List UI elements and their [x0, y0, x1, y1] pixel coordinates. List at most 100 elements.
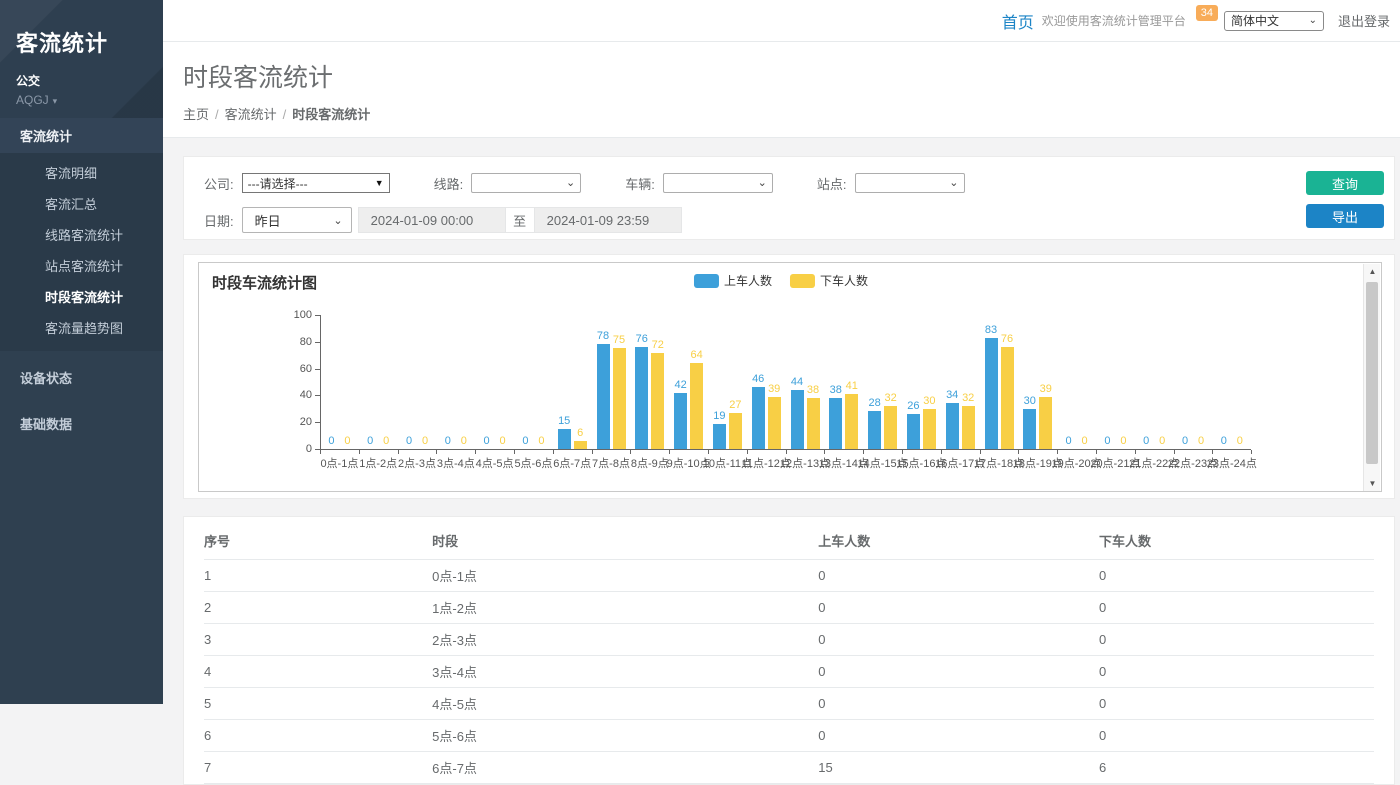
bar-下车人数 [729, 413, 742, 449]
home-link[interactable]: 首页 [1002, 9, 1034, 33]
x-category-label: 8点-9点 [631, 455, 669, 471]
x-tick [1174, 450, 1175, 454]
content: 公司:---请选择---▼线路:⌄车辆:⌄站点:⌄ 日期: 昨日 ⌄ 2024-… [163, 138, 1400, 785]
y-tick-label: 0 [282, 443, 312, 455]
sidebar-subitem[interactable]: 客流量趋势图 [0, 312, 163, 343]
filter-select[interactable]: ⌄ [471, 173, 581, 193]
table-cell: 0 [1099, 592, 1374, 624]
scrollbar-thumb[interactable] [1366, 282, 1378, 464]
x-tick [320, 450, 321, 454]
bar-上车人数 [1023, 409, 1036, 449]
sidebar: 客流统计 公交 AQGJ▾ 客流统计 客流明细客流汇总线路客流统计站点客流统计时… [0, 0, 163, 704]
table-cell: 1 [204, 560, 432, 592]
table-header-cell: 下车人数 [1099, 521, 1374, 560]
x-category-label: 6点-7点 [553, 455, 591, 471]
x-tick [1018, 450, 1019, 454]
x-tick [902, 450, 903, 454]
sidebar-item-passenger-stats[interactable]: 客流统计 [0, 118, 163, 153]
chart-panel: 时段车流统计图 上车人数下车人数 020406080100000点-1点001点… [183, 254, 1395, 499]
y-tick [315, 422, 320, 423]
date-preset-value: 昨日 [255, 211, 281, 230]
scroll-up-icon[interactable]: ▲ [1364, 264, 1381, 280]
breadcrumb-home[interactable]: 主页 [183, 107, 209, 122]
legend-entry[interactable]: 下车人数 [790, 272, 868, 289]
sidebar-subitem[interactable]: 时段客流统计 [0, 281, 163, 312]
table-cell: 7 [204, 752, 432, 784]
filter-panel: 公司:---请选择---▼线路:⌄车辆:⌄站点:⌄ 日期: 昨日 ⌄ 2024-… [183, 156, 1395, 240]
date-label: 日期: [204, 211, 234, 230]
filter-select[interactable]: ⌄ [663, 173, 773, 193]
table-cell: 0 [818, 560, 1099, 592]
table-cell: 4 [204, 656, 432, 688]
sidebar-subitem[interactable]: 线路客流统计 [0, 219, 163, 250]
bar-下车人数 [807, 398, 820, 449]
bar-value-label: 6 [566, 427, 594, 439]
bar-下车人数 [651, 353, 664, 449]
x-category-label: 5点-6点 [514, 455, 552, 471]
query-button[interactable]: 查询 [1306, 171, 1384, 195]
breadcrumb-section[interactable]: 客流统计 [225, 107, 277, 122]
filter-label: 站点: [817, 174, 847, 193]
chevron-down-icon: ⌄ [949, 178, 958, 188]
table-cell: 3点-4点 [432, 656, 818, 688]
sidebar-item-device-status[interactable]: 设备状态 [0, 358, 163, 397]
language-select[interactable]: 简体中文 ⌄ [1224, 11, 1324, 31]
export-button[interactable]: 导出 [1306, 204, 1384, 228]
table-panel: 序号时段上车人数下车人数 10点-1点0021点-2点0032点-3点0043点… [183, 516, 1395, 785]
chart-legend: 上车人数 下车人数 [694, 272, 886, 289]
hourly-table: 序号时段上车人数下车人数 10点-1点0021点-2点0032点-3点0043点… [204, 521, 1374, 784]
topbar: 首页 欢迎使用客流统计管理平台 34 简体中文 ⌄ 退出登录 [163, 0, 1400, 42]
chevron-down-icon: ▾ [53, 96, 58, 107]
sidebar-subitem[interactable]: 客流明细 [0, 157, 163, 188]
date-to-input[interactable]: 2024-01-09 23:59 [534, 207, 682, 233]
table-header-row: 序号时段上车人数下车人数 [204, 521, 1374, 560]
y-tick-label: 80 [282, 336, 312, 348]
bar-value-label: 76 [993, 333, 1021, 345]
bar-上车人数 [946, 403, 959, 449]
logo-area: 客流统计 公交 AQGJ▾ [0, 0, 163, 118]
bar-上车人数 [713, 424, 726, 449]
logout-link[interactable]: 退出登录 [1338, 11, 1390, 30]
filter-select[interactable]: ⌄ [855, 173, 965, 193]
date-preset-select[interactable]: 昨日 ⌄ [242, 207, 352, 233]
table-row: 21点-2点00 [204, 592, 1374, 624]
x-category-label: 3点-4点 [437, 455, 475, 471]
legend-entry[interactable]: 上车人数 [694, 272, 772, 289]
filter-select[interactable]: ---请选择---▼ [242, 173, 390, 193]
bar-上车人数 [791, 390, 804, 449]
scroll-down-icon[interactable]: ▼ [1364, 476, 1381, 492]
x-tick [708, 450, 709, 454]
bar-value-label: 39 [1032, 383, 1060, 395]
chevron-down-icon: ⌄ [333, 214, 342, 227]
table-cell: 0 [1099, 720, 1374, 752]
bar-下车人数 [923, 409, 936, 449]
date-from-input[interactable]: 2024-01-09 00:00 [358, 207, 506, 233]
filter-group: 线路:⌄ [434, 173, 582, 193]
x-category-label: 23点-24点 [1207, 455, 1257, 471]
org-name: 公交 [16, 72, 163, 89]
filter-select-value: ---请选择--- [248, 175, 308, 192]
table-header-cell: 上车人数 [818, 521, 1099, 560]
table-cell: 0 [1099, 560, 1374, 592]
filter-row-date: 日期: 昨日 ⌄ 2024-01-09 00:00 至 2024-01-09 2… [204, 207, 1378, 233]
table-cell: 6 [204, 720, 432, 752]
org-dropdown[interactable]: AQGJ▾ [16, 93, 163, 107]
x-category-label: 1点-2点 [359, 455, 397, 471]
sidebar-item-base-data[interactable]: 基础数据 [0, 404, 163, 443]
bar-下车人数 [690, 363, 703, 449]
x-category-label: 2点-3点 [398, 455, 436, 471]
y-tick-label: 20 [282, 416, 312, 428]
table-cell: 0 [818, 624, 1099, 656]
table-cell: 0 [1099, 624, 1374, 656]
notification-badge[interactable]: 34 [1196, 5, 1218, 21]
table-cell: 0 [1099, 656, 1374, 688]
x-category-label: 4点-5点 [476, 455, 514, 471]
chart: 时段车流统计图 上车人数下车人数 020406080100000点-1点001点… [198, 262, 1382, 492]
chart-scrollbar[interactable]: ▲ ▼ [1363, 264, 1380, 492]
sidebar-subitem[interactable]: 站点客流统计 [0, 250, 163, 281]
bar-上车人数 [868, 411, 881, 449]
main-area: 首页 欢迎使用客流统计管理平台 34 简体中文 ⌄ 退出登录 时段客流统计 主页… [163, 0, 1400, 704]
sidebar-subitem[interactable]: 客流汇总 [0, 188, 163, 219]
bar-下车人数 [845, 394, 858, 449]
y-tick [315, 395, 320, 396]
